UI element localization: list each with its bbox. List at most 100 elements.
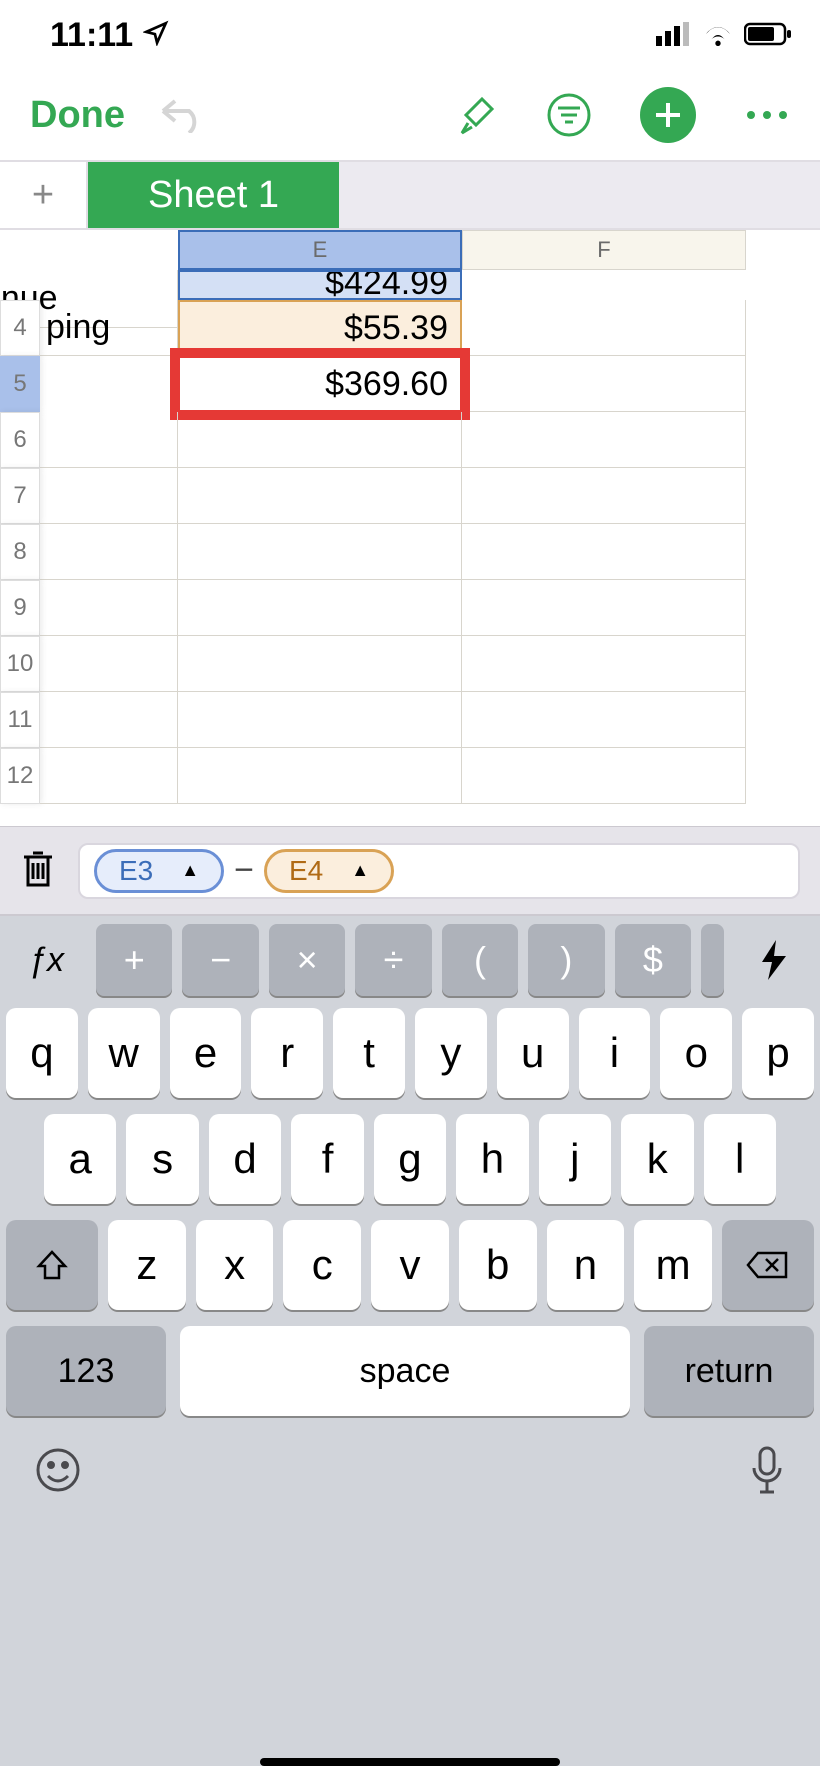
- sheet-tab-active[interactable]: Sheet 1: [88, 162, 339, 228]
- filter-icon[interactable]: [546, 92, 592, 138]
- done-button[interactable]: Done: [30, 94, 125, 137]
- key-i[interactable]: i: [579, 1008, 651, 1098]
- key-divide[interactable]: ÷: [355, 924, 431, 996]
- key-y[interactable]: y: [415, 1008, 487, 1098]
- cell-e3[interactable]: $424.99: [178, 270, 462, 300]
- cell-signal-icon: [656, 16, 692, 55]
- new-sheet-button[interactable]: +: [0, 162, 88, 228]
- row-header-9[interactable]: 9: [0, 580, 40, 636]
- cell-f12[interactable]: [462, 748, 746, 804]
- cell-d7[interactable]: [40, 468, 178, 524]
- cell-d8[interactable]: [40, 524, 178, 580]
- key-backspace[interactable]: [722, 1220, 814, 1310]
- key-v[interactable]: v: [371, 1220, 449, 1310]
- cell-d11[interactable]: [40, 692, 178, 748]
- key-dollar[interactable]: $: [615, 924, 691, 996]
- key-a[interactable]: a: [44, 1114, 116, 1204]
- key-l[interactable]: l: [704, 1114, 776, 1204]
- row-header-11[interactable]: 11: [0, 692, 40, 748]
- key-z[interactable]: z: [108, 1220, 186, 1310]
- dictation-button[interactable]: [748, 1444, 786, 1501]
- key-m[interactable]: m: [634, 1220, 712, 1310]
- cell-d10[interactable]: [40, 636, 178, 692]
- key-n[interactable]: n: [547, 1220, 625, 1310]
- cell-e9[interactable]: [178, 580, 462, 636]
- key-t[interactable]: t: [333, 1008, 405, 1098]
- formula-bar-row: E3▲ − E4▲: [0, 826, 820, 916]
- key-p[interactable]: p: [742, 1008, 814, 1098]
- cell-f7[interactable]: [462, 468, 746, 524]
- key-w[interactable]: w: [88, 1008, 160, 1098]
- row-header-5[interactable]: 5: [0, 356, 40, 412]
- row-header-7[interactable]: 7: [0, 468, 40, 524]
- key-rparen[interactable]: ): [528, 924, 604, 996]
- cell-d4-partial-post[interactable]: ping: [40, 300, 178, 356]
- cell-e4[interactable]: $55.39: [178, 300, 462, 356]
- cell-e7[interactable]: [178, 468, 462, 524]
- emoji-button[interactable]: [34, 1446, 82, 1499]
- col-header-e[interactable]: E: [178, 230, 462, 270]
- add-button[interactable]: [640, 87, 696, 143]
- cell-e6[interactable]: [178, 412, 462, 468]
- row-header-8[interactable]: 8: [0, 524, 40, 580]
- cell-f6[interactable]: [462, 412, 746, 468]
- cell-e12[interactable]: [178, 748, 462, 804]
- key-s[interactable]: s: [126, 1114, 198, 1204]
- key-return[interactable]: return: [644, 1326, 814, 1416]
- key-u[interactable]: u: [497, 1008, 569, 1098]
- key-e[interactable]: e: [170, 1008, 242, 1098]
- formula-op-minus: −: [230, 851, 258, 890]
- key-h[interactable]: h: [456, 1114, 528, 1204]
- cell-e10[interactable]: [178, 636, 462, 692]
- row-header-10[interactable]: 10: [0, 636, 40, 692]
- cell-d12[interactable]: [40, 748, 178, 804]
- cell-e5[interactable]: $369.60: [178, 356, 462, 412]
- cell-d9[interactable]: [40, 580, 178, 636]
- key-k[interactable]: k: [621, 1114, 693, 1204]
- cell-f4[interactable]: [462, 300, 746, 356]
- key-lparen[interactable]: (: [442, 924, 518, 996]
- cell-e8[interactable]: [178, 524, 462, 580]
- formula-token-e4[interactable]: E4▲: [264, 849, 394, 893]
- key-space[interactable]: space: [180, 1326, 630, 1416]
- formula-token-e3[interactable]: E3▲: [94, 849, 224, 893]
- cell-d6[interactable]: [40, 412, 178, 468]
- key-b[interactable]: b: [459, 1220, 537, 1310]
- spreadsheet-grid[interactable]: E F evenue $424.99 ni 4 ping $55.39 of 5…: [0, 230, 820, 826]
- cell-e11[interactable]: [178, 692, 462, 748]
- row-header-12[interactable]: 12: [0, 748, 40, 804]
- key-q[interactable]: q: [6, 1008, 78, 1098]
- key-plus[interactable]: +: [96, 924, 172, 996]
- key-shift[interactable]: [6, 1220, 98, 1310]
- key-minus[interactable]: −: [182, 924, 258, 996]
- key-j[interactable]: j: [539, 1114, 611, 1204]
- formula-input[interactable]: E3▲ − E4▲: [78, 843, 800, 899]
- cell-f5[interactable]: [462, 356, 746, 412]
- key-g[interactable]: g: [374, 1114, 446, 1204]
- row-header-4[interactable]: 4: [0, 300, 40, 356]
- key-c[interactable]: c: [283, 1220, 361, 1310]
- format-brush-icon[interactable]: [454, 93, 498, 137]
- col-header-f[interactable]: F: [462, 230, 746, 270]
- key-o[interactable]: o: [660, 1008, 732, 1098]
- key-123[interactable]: 123: [6, 1326, 166, 1416]
- home-indicator[interactable]: [260, 1758, 560, 1766]
- key-r[interactable]: r: [251, 1008, 323, 1098]
- key-more-ops[interactable]: [701, 924, 724, 996]
- delete-formula-button[interactable]: [20, 847, 60, 894]
- cell-f8[interactable]: [462, 524, 746, 580]
- key-d[interactable]: d: [209, 1114, 281, 1204]
- key-f[interactable]: f: [291, 1114, 363, 1204]
- bolt-key[interactable]: [734, 924, 814, 996]
- fx-key[interactable]: ƒx: [6, 924, 86, 996]
- cell-f9[interactable]: [462, 580, 746, 636]
- token-dropdown-icon: ▲: [181, 860, 199, 881]
- key-x[interactable]: x: [196, 1220, 274, 1310]
- key-multiply[interactable]: ×: [269, 924, 345, 996]
- cell-f10[interactable]: [462, 636, 746, 692]
- more-button[interactable]: [744, 109, 790, 121]
- status-bar: 11:11: [0, 0, 820, 70]
- cell-f11[interactable]: [462, 692, 746, 748]
- row-header-6[interactable]: 6: [0, 412, 40, 468]
- undo-button[interactable]: [155, 93, 209, 138]
